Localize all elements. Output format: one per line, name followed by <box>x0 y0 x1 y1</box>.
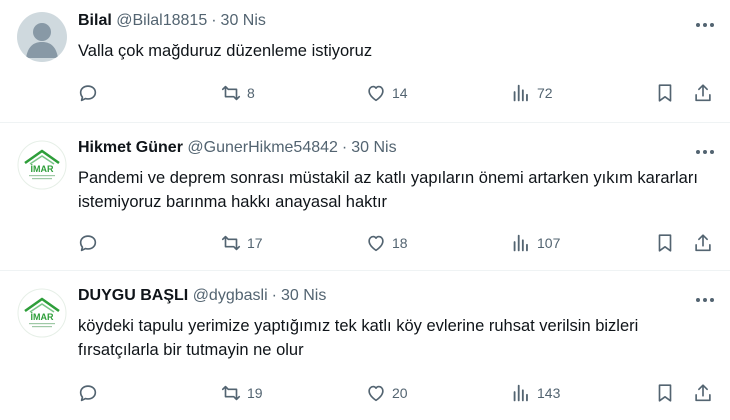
views-icon <box>513 384 528 402</box>
user-handle[interactable]: @Bilal18815 <box>116 12 207 29</box>
more-options-icon[interactable] <box>694 289 716 311</box>
share-icon <box>695 384 711 402</box>
display-name[interactable]: Bilal <box>78 12 112 29</box>
bookmark-button[interactable] <box>654 231 676 255</box>
reply-icon <box>79 85 97 102</box>
avatar[interactable] <box>17 12 67 62</box>
reply-icon <box>79 235 97 252</box>
user-handle[interactable]: @dygbasli <box>193 287 268 304</box>
avatar[interactable]: İMAR <box>17 288 67 338</box>
user-handle[interactable]: @GunerHikme54842 <box>187 139 338 156</box>
bookmark-icon <box>658 234 672 252</box>
view-count: 107 <box>537 235 561 251</box>
imar-logo-icon: İMAR <box>17 140 67 190</box>
tweet-text: Pandemi ve deprem sonrası müstakil az ka… <box>78 169 698 211</box>
view-count: 143 <box>537 385 561 401</box>
retweet-icon <box>221 235 241 251</box>
avatar[interactable]: İMAR <box>17 140 67 190</box>
like-count: 20 <box>392 385 408 401</box>
imar-logo-icon: İMAR <box>17 288 67 338</box>
retweet-count: 19 <box>247 385 263 401</box>
reply-icon <box>79 385 97 402</box>
tweet-date[interactable]: 30 Nis <box>281 287 326 304</box>
reply-button[interactable] <box>77 381 99 405</box>
tweet[interactable]: Bilal @Bilal18815 · 30 Nis Valla çok mağdu… <box>0 0 730 122</box>
tweet-text: Valla çok mağduruz düzenleme istiyoruz <box>78 42 373 60</box>
separator-dot: · <box>341 139 348 156</box>
tweet-header: Hikmet Güner @GunerHikme54842 · 30 Nis <box>78 139 397 157</box>
views-icon <box>513 84 528 102</box>
share-button[interactable] <box>692 381 714 405</box>
view-count: 72 <box>537 85 553 101</box>
bookmark-icon <box>658 84 672 102</box>
views-icon <box>513 234 528 252</box>
share-icon <box>695 234 711 252</box>
tweet-date[interactable]: 30 Nis <box>351 139 396 156</box>
more-options-icon[interactable] <box>694 14 716 36</box>
display-name[interactable]: DUYGU BAŞLI <box>78 287 188 304</box>
retweet-button[interactable]: 19 <box>220 381 263 405</box>
retweet-button[interactable]: 17 <box>220 231 263 255</box>
tweet-actions: 17 18 107 <box>0 231 730 255</box>
separator-dot: · <box>211 12 217 29</box>
retweet-count: 17 <box>247 235 263 251</box>
bookmark-button[interactable] <box>654 81 676 105</box>
default-avatar-icon <box>17 12 67 62</box>
tweet-header: DUYGU BAŞLI @dygbasli · 30 Nis <box>78 287 326 305</box>
display-name[interactable]: Hikmet Güner <box>78 139 183 156</box>
imar-logo-text: İMAR <box>31 164 54 174</box>
share-icon <box>695 84 711 102</box>
tweet-actions: 8 14 72 <box>0 81 730 105</box>
tweet-actions: 19 20 143 <box>0 381 730 405</box>
tweet-header: Bilal @Bilal18815 · 30 Nis <box>78 12 266 30</box>
heart-icon <box>368 235 384 252</box>
like-button[interactable]: 20 <box>365 381 408 405</box>
tweet-text: köydeki tapulu yerimize yaptığımız tek k… <box>78 317 639 359</box>
share-button[interactable] <box>692 81 714 105</box>
retweet-icon <box>221 85 241 101</box>
imar-logo-text: İMAR <box>31 312 54 322</box>
heart-icon <box>368 85 384 102</box>
views-button[interactable]: 72 <box>510 81 553 105</box>
like-count: 14 <box>392 85 408 101</box>
retweet-count: 8 <box>247 85 255 101</box>
like-button[interactable]: 14 <box>365 81 408 105</box>
views-button[interactable]: 107 <box>510 231 560 255</box>
share-button[interactable] <box>692 231 714 255</box>
tweet[interactable]: İMAR DUYGU BAŞLI @dygbasli · 30 Nis köydek… <box>0 271 730 420</box>
like-button[interactable]: 18 <box>365 231 408 255</box>
tweet[interactable]: İMAR Hikmet Güner @GunerHikme54842 · 30 Ni… <box>0 123 730 269</box>
separator-dot: · <box>271 287 277 304</box>
bookmark-icon <box>658 384 672 402</box>
more-options-icon[interactable] <box>694 141 716 163</box>
reply-button[interactable] <box>77 231 99 255</box>
views-button[interactable]: 143 <box>510 381 560 405</box>
retweet-icon <box>221 385 241 401</box>
bookmark-button[interactable] <box>654 381 676 405</box>
tweet-date[interactable]: 30 Nis <box>221 12 266 29</box>
reply-button[interactable] <box>77 81 99 105</box>
retweet-button[interactable]: 8 <box>220 81 255 105</box>
heart-icon <box>368 385 384 402</box>
like-count: 18 <box>392 235 408 251</box>
